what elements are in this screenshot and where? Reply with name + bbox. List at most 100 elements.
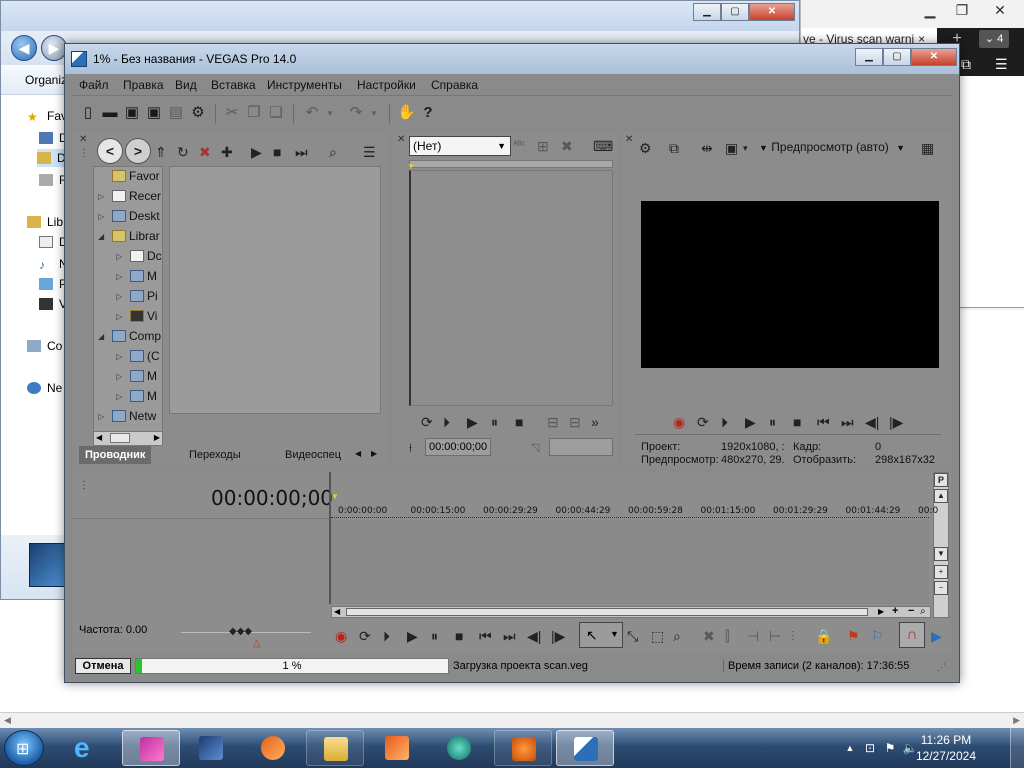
nav-network[interactable]: Ne — [27, 379, 62, 397]
properties-gear-icon[interactable]: ⚙ — [189, 104, 207, 122]
snapping-magnet-icon[interactable]: ∩ — [899, 622, 925, 648]
delete-icon[interactable]: ✖ — [199, 144, 211, 160]
save-icon[interactable]: ▣ — [123, 104, 141, 122]
nav-favorites[interactable]: ★ Fav — [27, 107, 67, 125]
trimmer-options-icon[interactable]: ⌨ — [593, 138, 613, 154]
vegas-maximize-button[interactable]: ▢ — [883, 48, 911, 66]
trimmer-ruler[interactable] — [409, 160, 613, 168]
show-desktop-button[interactable] — [1010, 728, 1024, 768]
zoom-tool-timeline-icon[interactable]: ⌕ — [673, 628, 681, 644]
pause-icon[interactable]: ⏸ — [769, 414, 776, 430]
scroll-up-icon[interactable]: ▲ — [934, 489, 948, 503]
page-scroll-left-icon[interactable]: ◀ — [4, 715, 11, 726]
menu-icon[interactable]: ☰ — [995, 56, 1008, 73]
trimmer-clear-icon[interactable]: ✖ — [561, 138, 573, 154]
menu-insert[interactable]: Вставка — [211, 78, 256, 92]
zoom-in-vertical-icon[interactable]: + — [934, 565, 948, 579]
trim-icon[interactable]: ⫿ — [725, 628, 729, 644]
menu-help[interactable]: Справка — [431, 78, 478, 92]
marker-flag-icon[interactable]: P — [934, 473, 948, 487]
tab-explorer[interactable]: Проводник — [79, 446, 152, 464]
menu-edit[interactable]: Правка — [123, 78, 164, 92]
cut-icon[interactable]: ✂ — [223, 104, 241, 122]
preview-close-icon[interactable]: ✕ — [625, 134, 633, 145]
tree-item-pictures[interactable]: ▷ Pi — [116, 287, 158, 305]
tree-item-music[interactable]: ▷ M — [116, 267, 157, 285]
open-external-icon[interactable]: ⧉ — [961, 56, 971, 73]
close-button[interactable]: ✕ — [749, 3, 795, 21]
taskbar-app-3[interactable] — [244, 730, 302, 766]
undo-dropdown-icon[interactable]: ▾ — [321, 104, 339, 122]
taskbar-app-7[interactable] — [494, 730, 552, 766]
timeline-scroll-thumb[interactable] — [346, 608, 868, 616]
menu-view[interactable]: Вид — [175, 78, 197, 92]
page-scroll-right-icon[interactable]: ▶ — [1013, 715, 1020, 726]
edit-tool-dropdown-icon[interactable]: ▼ — [610, 629, 619, 639]
organize-menu[interactable]: Organiz — [25, 73, 67, 87]
refresh-icon[interactable]: ↻ — [177, 144, 189, 160]
external-monitor-icon[interactable]: ⧉ — [669, 140, 679, 156]
trimmer-play-from-start-icon[interactable]: ⏵ — [443, 414, 450, 430]
trimmer-add-to-timeline-icon[interactable]: ⊟ — [547, 414, 559, 430]
auto-preview-icon[interactable]: ⏭ — [295, 144, 308, 160]
trimmer-more-icon[interactable]: » — [591, 414, 599, 430]
tree-item-drive-m2[interactable]: ▷ M — [116, 387, 157, 405]
zoom-out-icon[interactable]: − — [908, 605, 914, 617]
zoom-tool-icon[interactable]: ⌕ — [920, 606, 926, 617]
tab-scroll-left-icon[interactable]: ◀ — [355, 449, 361, 458]
nav-pictures[interactable]: P — [39, 275, 67, 293]
menu-file[interactable]: Файл — [79, 78, 109, 92]
grid-icon[interactable]: ▦ — [921, 140, 934, 156]
tree-item-drive-c[interactable]: ▷ (C — [116, 347, 160, 365]
timeline-next-frame-icon[interactable]: |▶ — [551, 628, 565, 644]
go-to-end-icon[interactable]: ⏭ — [841, 414, 854, 430]
start-button[interactable]: ⊞ — [4, 730, 44, 766]
timeline-go-to-start-icon[interactable]: ⏮ — [479, 628, 492, 644]
browser-close-icon[interactable]: ✕ — [985, 0, 1015, 20]
overlays-icon[interactable]: ▣ — [725, 140, 738, 156]
timeline-pause-icon[interactable]: ⏸ — [431, 628, 438, 644]
vegas-close-button[interactable]: ✕ — [911, 48, 957, 66]
tree-item-recent[interactable]: ▷ Recer — [98, 187, 161, 205]
network-icon[interactable]: ⊡ — [862, 740, 878, 756]
vegas-window[interactable]: 1% - Без названия - VEGAS Pro 14.0 ▁ ▢ ✕… — [64, 43, 960, 683]
selection-tool-icon[interactable]: ⬚ — [651, 628, 664, 644]
what-is-this-help-icon[interactable]: ? — [419, 104, 437, 122]
back-arrow-icon[interactable]: ◀ — [11, 35, 37, 61]
show-hidden-icons-icon[interactable]: ▲ — [842, 740, 858, 756]
action-center-flag-icon[interactable]: ⚑ — [882, 740, 898, 756]
tab-scroll-right-icon[interactable]: ▶ — [371, 449, 377, 458]
save-as-icon[interactable]: ▣ — [145, 104, 163, 122]
envelope-tool-icon[interactable]: ⤡ — [627, 628, 638, 644]
explorer-file-list[interactable] — [169, 166, 381, 414]
video-preview-properties-icon[interactable]: ⚙ — [639, 140, 652, 156]
timeline-scroll-left-icon[interactable]: ◀ — [334, 607, 340, 616]
video-preview-screen[interactable] — [641, 201, 939, 368]
timeline-horizontal-scrollbar[interactable]: ◀ ▶ + − ⌕ — [331, 605, 931, 618]
trimmer-media-dropdown[interactable]: (Нет) ▼ — [409, 136, 511, 156]
timeline-previous-frame-icon[interactable]: ◀| — [527, 628, 541, 644]
page-horizontal-scrollbar[interactable]: ◀ ▶ — [0, 712, 1024, 728]
taskbar-internet-explorer[interactable]: e — [60, 730, 118, 766]
record-icon[interactable]: ◉ — [673, 414, 685, 430]
trimmer-loop-icon[interactable]: ⟳ — [421, 414, 433, 430]
stop-icon[interactable]: ■ — [793, 414, 801, 430]
tree-item-network[interactable]: ▷ Netw — [98, 407, 156, 425]
taskbar-media-player[interactable] — [368, 730, 426, 766]
insert-marker-icon[interactable]: ⚑ — [847, 628, 860, 644]
nav-downloads[interactable]: D — [37, 149, 66, 167]
redo-icon[interactable]: ↷ — [347, 104, 365, 122]
taskbar-explorer[interactable] — [306, 730, 364, 766]
start-preview-icon[interactable]: ▶ — [251, 144, 262, 160]
play-icon[interactable]: ▶ — [745, 414, 756, 430]
tree-item-libraries[interactable]: ◢ Librar — [98, 227, 160, 245]
resize-grip-icon[interactable]: ⋰ — [937, 662, 946, 673]
go-to-start-icon[interactable]: ⏮ — [817, 414, 830, 430]
loop-playback-icon[interactable]: ⟳ — [697, 414, 709, 430]
track-area[interactable] — [331, 520, 929, 604]
paste-icon[interactable]: ❏ — [267, 104, 285, 122]
menu-tools[interactable]: Инструменты — [267, 78, 342, 92]
timeline-scroll-right-icon[interactable]: ▶ — [878, 607, 884, 616]
browser-minimize-icon[interactable]: ▁ — [915, 0, 945, 20]
panel-close-icon[interactable]: ✕ — [79, 134, 87, 145]
